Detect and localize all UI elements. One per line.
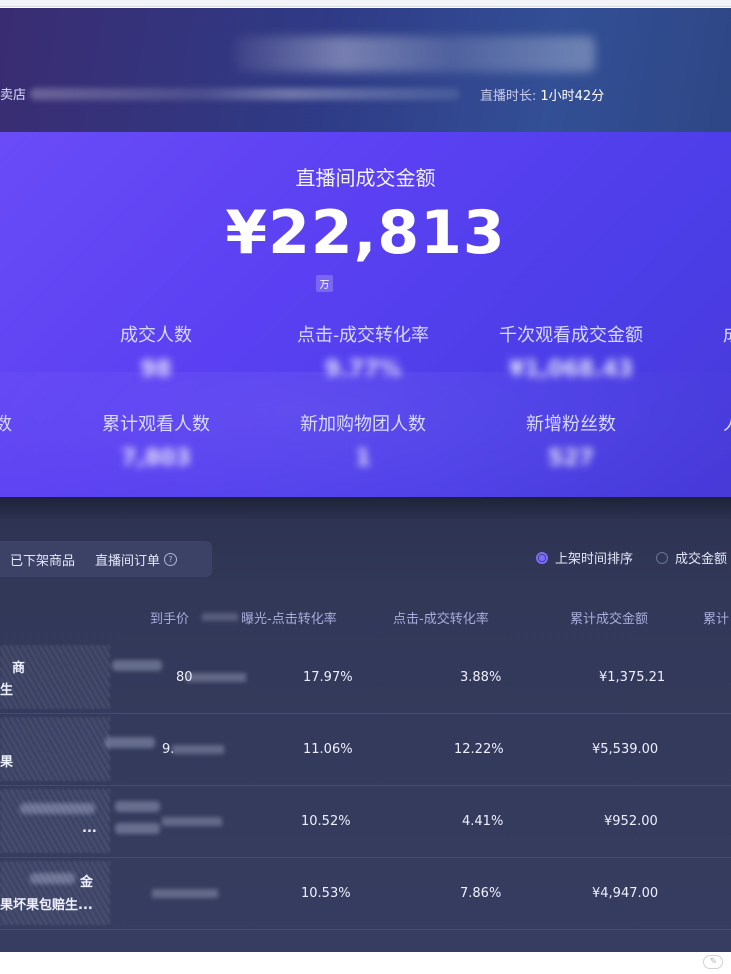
metric-label: 累计观看人数 xyxy=(102,414,210,435)
price-redacted xyxy=(186,673,246,682)
metric-label: 新增粉丝数 xyxy=(526,414,616,435)
product-name-line2: ... xyxy=(82,821,97,836)
ctr-cell: 10.53% xyxy=(301,886,351,901)
product-panel: 已下架商品 直播间订单 ? 上架时间排序 成交金额 到手价 曝光-点击转化率 点… xyxy=(0,497,731,952)
product-name-redacted xyxy=(105,737,155,748)
cvr-cell: 12.22% xyxy=(454,742,504,757)
tab-label: 直播间订单 xyxy=(95,553,161,569)
bottom-margin xyxy=(0,952,731,974)
metric-viewers: 累计观看人数 7,803 xyxy=(56,410,256,471)
radio-unselected-icon xyxy=(656,551,668,564)
header-redacted xyxy=(202,613,238,621)
duration-value: 1小时42分 xyxy=(540,89,605,104)
gmv-cell: ¥4,947.00 xyxy=(592,886,659,901)
metric-label: 千次观看成交金额 xyxy=(499,325,643,346)
price-redacted xyxy=(162,817,222,826)
column-header-gmv: 累计成交金额 xyxy=(570,612,649,627)
column-header-price: 到手价 xyxy=(150,612,190,627)
product-image-redacted xyxy=(0,645,110,709)
live-room-header: 卖店 直播时长: 1小时42分 xyxy=(0,8,731,132)
sort-label: 成交金额 xyxy=(675,552,728,567)
product-name-redacted xyxy=(115,801,160,812)
watermark-icon: ✎ xyxy=(703,955,723,969)
product-image-redacted xyxy=(0,861,110,925)
sort-by-gmv[interactable]: 成交金额 xyxy=(656,548,727,567)
metric-value-redacted: 1 xyxy=(355,446,371,471)
gmv-cell: ¥1,375.21 xyxy=(599,670,666,685)
column-header-cut: 累计 xyxy=(703,612,730,627)
table-row[interactable]: 金 果坏果包赔生... 10.53% 7.86% ¥4,947.00 xyxy=(0,857,731,930)
metric-value-redacted: 98 xyxy=(140,357,172,382)
store-label: 卖店 xyxy=(0,88,27,103)
tab-label: 已下架商品 xyxy=(10,553,76,569)
metric-value-redacted: 527 xyxy=(548,446,594,471)
product-name-redacted xyxy=(20,803,95,814)
metric-new-fan-group: 新加购物团人数 1 xyxy=(263,410,463,471)
product-name-redacted xyxy=(115,823,160,834)
gmv-cell: ¥5,539.00 xyxy=(592,742,659,757)
metric-label-cut: 数 xyxy=(0,414,12,435)
metric-value-redacted: ¥1,068.43 xyxy=(509,357,633,382)
metric-label: 点击-成交转化率 xyxy=(296,325,430,346)
help-icon[interactable]: ? xyxy=(164,552,178,566)
table-row[interactable]: 果 9. 11.06% 12.22% ¥5,539.00 xyxy=(0,713,731,786)
ctr-cell: 11.06% xyxy=(303,742,353,757)
room-title-redacted xyxy=(235,36,595,72)
metric-gpm: 千次观看成交金额 ¥1,068.43 xyxy=(471,321,671,382)
unit-badge: 万 xyxy=(316,275,333,292)
live-duration: 直播时长: 1小时42分 xyxy=(480,85,604,104)
tab-live-orders[interactable]: 直播间订单 ? xyxy=(85,550,187,569)
table-row[interactable]: 商 生 80 17.97% 3.88% ¥1,375.21 xyxy=(0,641,731,714)
metric-click-conversion: 点击-成交转化率 9.77% xyxy=(263,321,463,382)
column-header-cvr: 点击-成交转化率 xyxy=(393,612,489,627)
metric-new-followers: 新增粉丝数 527 xyxy=(471,410,671,471)
product-name-line2: 生 xyxy=(0,683,14,698)
product-name-redacted xyxy=(30,873,75,884)
column-header-ctr: 曝光-点击转化率 xyxy=(241,612,337,627)
panel-divider xyxy=(0,497,731,519)
product-tabs: 已下架商品 直播间订单 ? xyxy=(0,541,212,577)
ctr-cell: 10.52% xyxy=(301,814,351,829)
price-redacted xyxy=(152,889,218,898)
gmv-title: 直播间成交金额 xyxy=(295,166,436,190)
store-name-redacted xyxy=(30,87,461,100)
table-row[interactable]: ... 10.52% 4.41% ¥952.00 xyxy=(0,785,731,858)
gmv-cell: ¥952.00 xyxy=(604,814,658,829)
metric-value-redacted: 9.77% xyxy=(324,357,402,382)
product-image-redacted xyxy=(0,717,110,781)
metric-value-redacted: 7,803 xyxy=(121,446,191,471)
product-name-line2: 果坏果包赔生... xyxy=(0,898,93,913)
product-name: 金 xyxy=(80,875,94,890)
metric-label: 成交人数 xyxy=(120,325,192,346)
product-name-line2: 果 xyxy=(0,755,14,770)
gmv-summary-panel: 直播间成交金额 ¥22,813 万 成交人数 98 点击-成交转化率 9.77%… xyxy=(0,132,731,497)
ctr-cell: 17.97% xyxy=(303,670,353,685)
product-name-redacted xyxy=(112,660,162,671)
metric-label: 新加购物团人数 xyxy=(300,414,426,435)
browser-top-strip xyxy=(0,0,731,7)
duration-label: 直播时长: xyxy=(480,89,537,104)
sort-by-listing-time[interactable]: 上架时间排序 xyxy=(536,548,633,567)
cvr-cell: 7.86% xyxy=(460,886,502,901)
product-name: 商 xyxy=(12,661,26,676)
store-info: 卖店 xyxy=(0,84,461,103)
metric-label-cut: 人 xyxy=(723,410,731,436)
gmv-value: ¥22,813 xyxy=(225,198,506,268)
sort-label: 上架时间排序 xyxy=(555,552,634,567)
radio-selected-icon xyxy=(536,551,548,564)
cvr-cell: 4.41% xyxy=(462,814,504,829)
tab-delisted-products[interactable]: 已下架商品 xyxy=(0,550,85,569)
metric-buyers: 成交人数 98 xyxy=(56,321,256,382)
metric-label-cut: 成 xyxy=(723,321,731,347)
cvr-cell: 3.88% xyxy=(460,670,502,685)
price-redacted xyxy=(172,745,224,754)
